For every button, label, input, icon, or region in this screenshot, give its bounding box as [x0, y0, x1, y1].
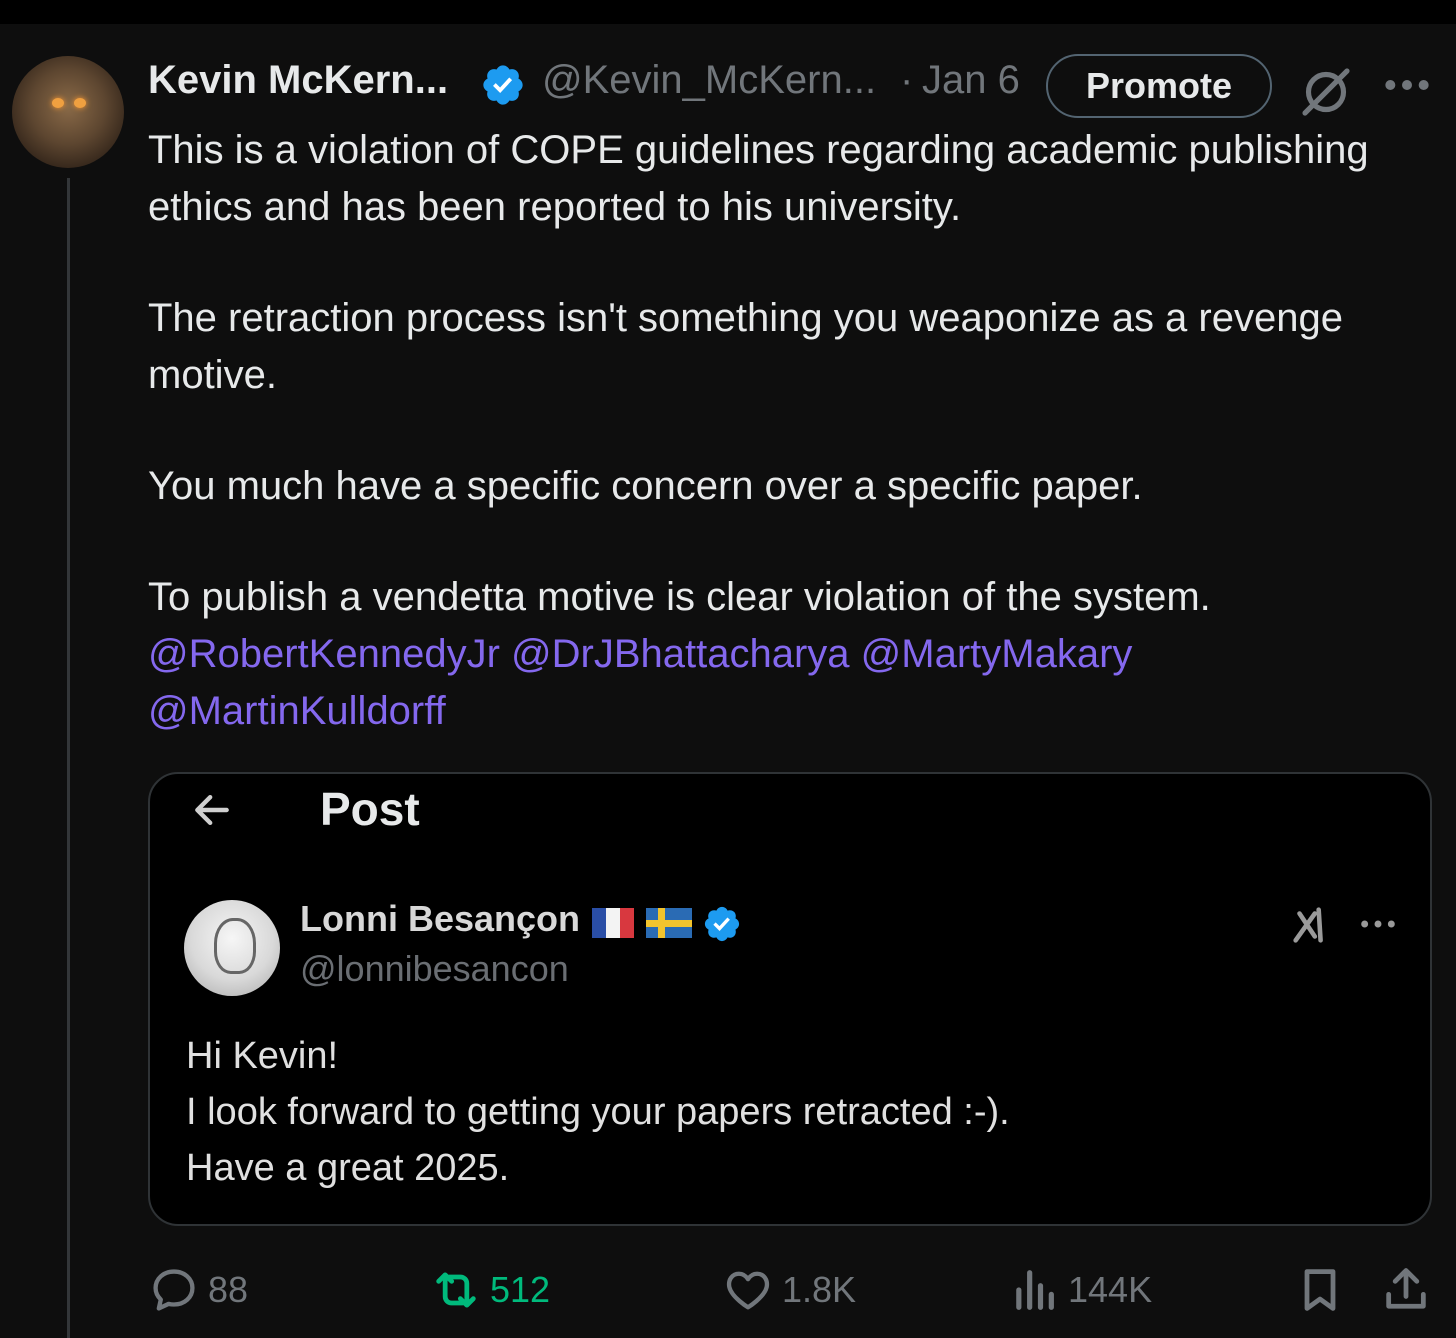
- quoted-post-text: Hi Kevin! I look forward to getting your…: [186, 1035, 1010, 1189]
- views-button[interactable]: 144K: [1008, 1258, 1152, 1322]
- avatar-sketch: [214, 918, 256, 974]
- action-bar: 88 512 1.8K 144K: [0, 1258, 1456, 1322]
- thread-line: [67, 178, 70, 1338]
- separator-dot: ·: [900, 58, 914, 102]
- post-paragraph: This is a violation of COPE guidelines r…: [148, 128, 1369, 229]
- post-paragraph: You much have a specific concern over a …: [148, 464, 1143, 508]
- quoted-author-avatar: [184, 900, 280, 996]
- more-icon[interactable]: [1382, 70, 1432, 100]
- like-button[interactable]: 1.8K: [722, 1258, 856, 1322]
- quoted-header-title: Post: [320, 783, 420, 835]
- repost-icon: [436, 1272, 476, 1308]
- mention-link[interactable]: @MartinKulldorff: [148, 689, 446, 733]
- reply-icon: [153, 1269, 195, 1311]
- share-icon[interactable]: [1380, 1262, 1432, 1318]
- avatar-eye: [52, 98, 64, 108]
- avatar-eye: [74, 98, 86, 108]
- bookmark-icon[interactable]: [1294, 1262, 1346, 1318]
- post-date[interactable]: Jan 6: [922, 58, 1020, 103]
- grok-icon: [1293, 907, 1323, 943]
- like-icon: [726, 1271, 770, 1310]
- repost-button[interactable]: 512: [430, 1258, 550, 1322]
- verified-badge-icon: [704, 906, 740, 942]
- sweden-flag-icon: [646, 908, 692, 938]
- france-flag-icon: [592, 908, 634, 938]
- top-bar: [0, 0, 1456, 24]
- mention-link[interactable]: @RobertKennedyJr: [148, 632, 500, 676]
- reply-count: 88: [208, 1269, 249, 1310]
- post-paragraph: The retraction process isn't something y…: [148, 296, 1343, 397]
- author-handle[interactable]: @Kevin_McKern...: [542, 58, 876, 103]
- mention-link[interactable]: @DrJBhattacharya: [511, 632, 850, 676]
- promote-button[interactable]: Promote: [1046, 54, 1272, 118]
- views-count: 144K: [1068, 1269, 1153, 1310]
- post-paragraph-with-mentions: To publish a vendetta motive is clear vi…: [148, 569, 1428, 740]
- author-avatar[interactable]: [12, 56, 124, 168]
- verified-badge-icon[interactable]: [480, 62, 526, 108]
- quoted-image-card[interactable]: Post Lonni Besançon @lonnibesancon Hi Ke…: [148, 772, 1432, 1226]
- quoted-author-name: Lonni Besançon: [300, 898, 581, 939]
- more-icon: [1361, 920, 1395, 928]
- post-body: This is a violation of COPE guidelines r…: [148, 122, 1428, 740]
- repost-count: 512: [490, 1269, 551, 1310]
- post-header: Kevin McKern... @Kevin_McKern... · Jan 6…: [148, 54, 1448, 118]
- views-icon: [1016, 1270, 1054, 1310]
- back-arrow-icon: [195, 794, 229, 826]
- reply-button[interactable]: 88: [148, 1258, 248, 1322]
- grok-icon[interactable]: [1298, 64, 1354, 120]
- like-count: 1.8K: [782, 1269, 857, 1310]
- quoted-author-handle: @lonnibesancon: [300, 948, 569, 989]
- post-paragraph: To publish a vendetta motive is clear vi…: [148, 575, 1211, 619]
- mention-link[interactable]: @MartyMakary: [861, 632, 1133, 676]
- author-name[interactable]: Kevin McKern...: [148, 58, 448, 103]
